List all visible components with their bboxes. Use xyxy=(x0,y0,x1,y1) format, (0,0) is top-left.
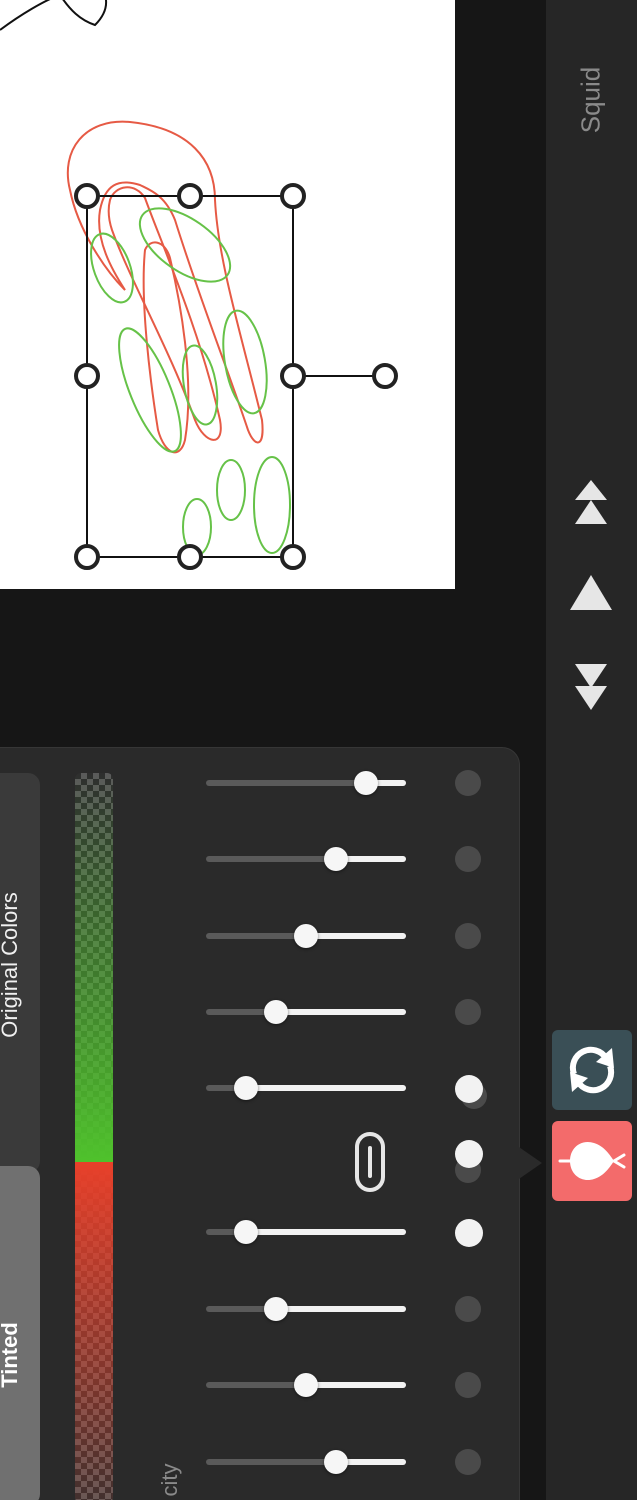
move-to-top-icon[interactable] xyxy=(566,478,616,528)
future-frame-5-toggle[interactable] xyxy=(455,1075,483,1103)
loop-button[interactable] xyxy=(552,1030,632,1110)
future-frame-1-toggle[interactable] xyxy=(455,770,481,796)
slider-fill xyxy=(276,1009,406,1015)
handle-middle-right[interactable] xyxy=(280,363,306,389)
past-frame-4-toggle[interactable] xyxy=(455,1449,481,1475)
future-frame-3-toggle[interactable] xyxy=(455,923,481,949)
past-frame-1-toggle[interactable] xyxy=(455,1219,483,1247)
rotate-handle[interactable] xyxy=(372,363,398,389)
past-frame-2-opacity-slider[interactable] xyxy=(206,1297,406,1321)
loop-icon xyxy=(569,1046,615,1094)
handle-bottom-left[interactable] xyxy=(74,544,100,570)
past-frame-3-toggle[interactable] xyxy=(455,1372,481,1398)
onion-skin-button[interactable] xyxy=(552,1121,632,1201)
future-frame-1-opacity-slider[interactable] xyxy=(206,771,406,795)
future-frame-3-opacity-slider[interactable] xyxy=(206,924,406,948)
slider-thumb[interactable] xyxy=(264,1297,288,1321)
past-frame-3-opacity-slider[interactable] xyxy=(206,1373,406,1397)
slider-fill xyxy=(306,933,406,939)
drawing-canvas[interactable] xyxy=(0,0,455,589)
slider-fill xyxy=(306,1382,406,1388)
future-frame-onion xyxy=(90,207,291,556)
side-toolbar xyxy=(546,0,637,1500)
past-frame-4-opacity-slider[interactable] xyxy=(206,1450,406,1474)
past-frame-1-opacity-slider[interactable] xyxy=(206,1220,406,1244)
slider-fill xyxy=(246,1085,406,1091)
future-frame-4-opacity-slider[interactable] xyxy=(206,1000,406,1024)
handle-top-middle[interactable] xyxy=(177,183,203,209)
document-name[interactable]: Squid xyxy=(576,67,607,134)
future-frame-2-toggle[interactable] xyxy=(455,846,481,872)
slider-thumb[interactable] xyxy=(324,1450,348,1474)
slider-thumb[interactable] xyxy=(264,1000,288,1024)
slider-fill xyxy=(246,1229,406,1235)
handle-top-left[interactable] xyxy=(74,183,100,209)
slider-thumb[interactable] xyxy=(354,771,378,795)
future-frame-5-opacity-slider[interactable] xyxy=(206,1076,406,1100)
slider-thumb[interactable] xyxy=(234,1076,258,1100)
future-frame-2-opacity-slider[interactable] xyxy=(206,847,406,871)
onion-icon xyxy=(558,1141,626,1181)
future-frame-4-toggle[interactable] xyxy=(455,999,481,1025)
handle-bottom-right[interactable] xyxy=(280,544,306,570)
slider-thumb[interactable] xyxy=(234,1220,258,1244)
past-frame-onion xyxy=(66,120,264,454)
handle-bottom-middle[interactable] xyxy=(177,544,203,570)
slider-thumb[interactable] xyxy=(294,924,318,948)
slider-thumb[interactable] xyxy=(294,1373,318,1397)
move-up-icon[interactable] xyxy=(566,570,616,620)
move-down-icon[interactable] xyxy=(566,660,616,710)
slider-thumb[interactable] xyxy=(324,847,348,871)
handle-middle-left[interactable] xyxy=(74,363,100,389)
past-frame-2-toggle[interactable] xyxy=(455,1296,481,1322)
panel-pointer xyxy=(516,1145,542,1181)
selection-box[interactable] xyxy=(86,195,385,558)
past-frame-1-toggle[interactable] xyxy=(455,1140,483,1168)
handle-top-right[interactable] xyxy=(280,183,306,209)
drawing-svg[interactable] xyxy=(0,0,455,589)
slider-fill xyxy=(276,1306,406,1312)
onion-color-strip xyxy=(75,773,113,1500)
link-icon[interactable] xyxy=(350,1130,390,1194)
current-frame-stroke xyxy=(0,0,108,31)
